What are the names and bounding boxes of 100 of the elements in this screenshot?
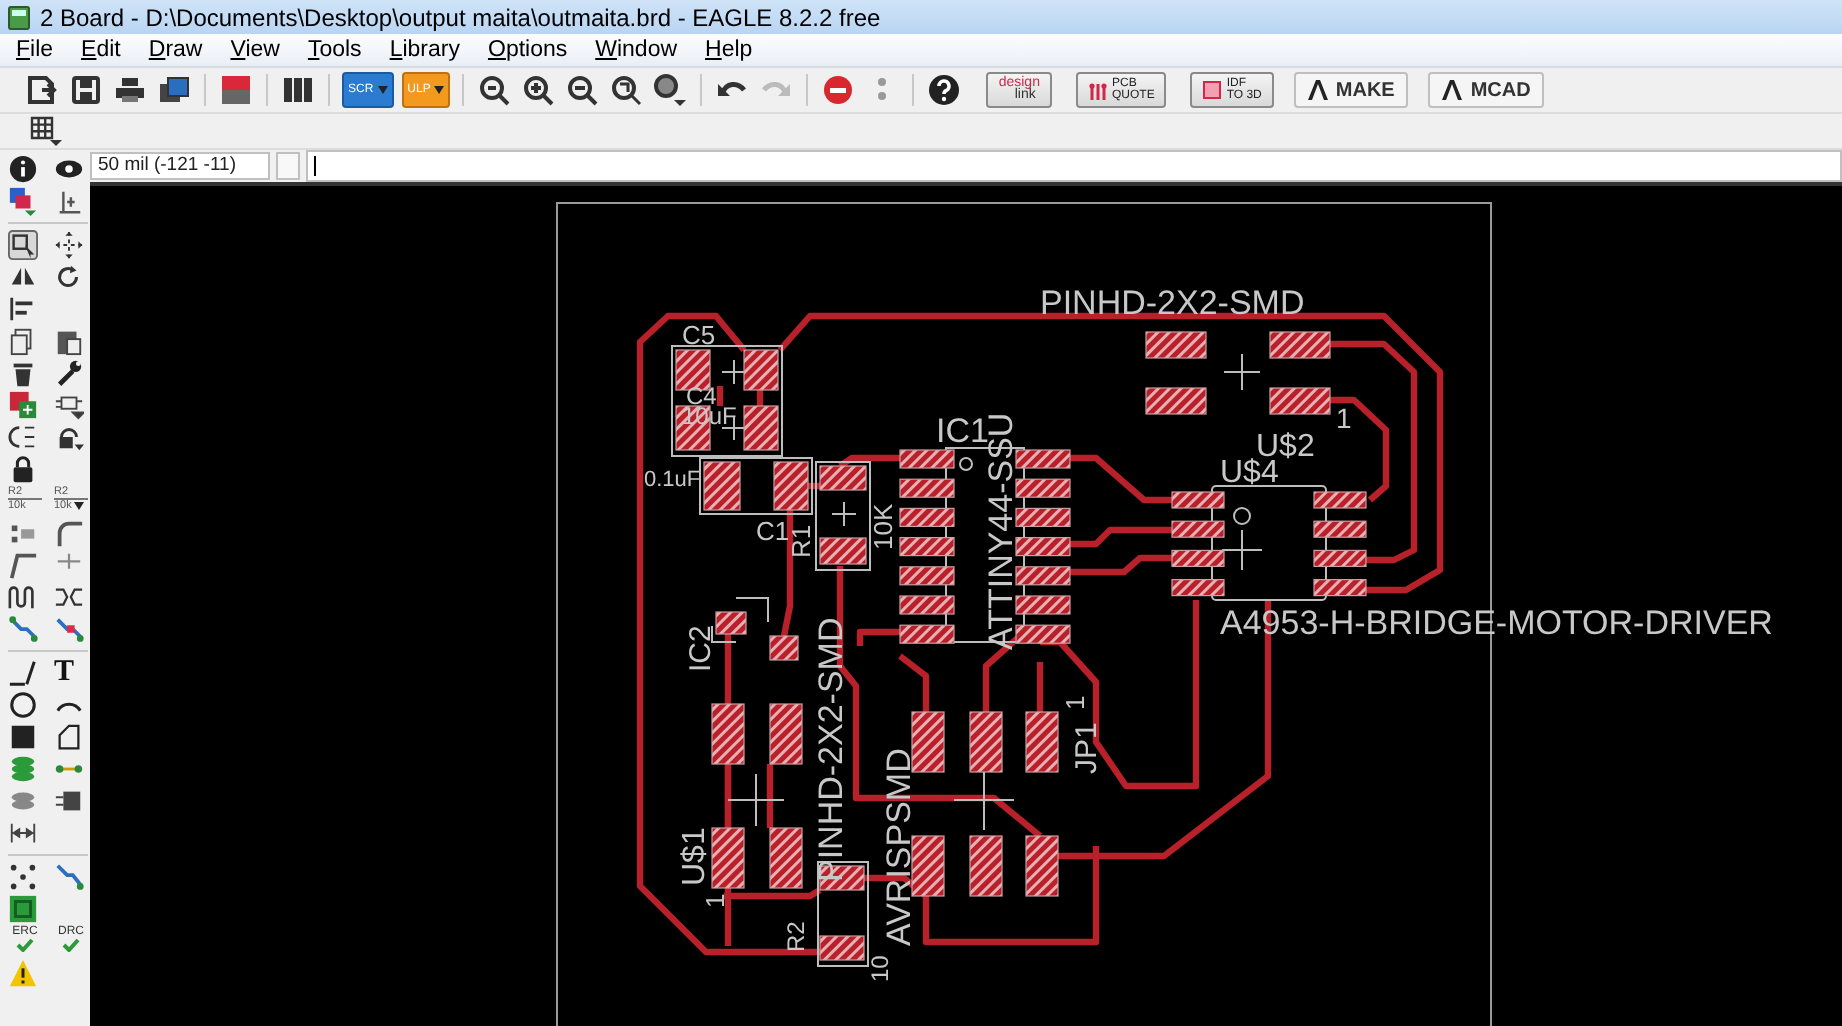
select-icon[interactable] bbox=[8, 230, 38, 260]
origin-cross bbox=[953, 769, 1015, 831]
copper-pad bbox=[1171, 491, 1225, 509]
copper-pad bbox=[899, 507, 955, 527]
stop-icon[interactable] bbox=[820, 72, 857, 108]
copper-pad bbox=[711, 827, 745, 889]
copper-pad bbox=[1015, 449, 1071, 469]
help-icon[interactable] bbox=[926, 72, 963, 108]
make-button[interactable]: MAKE bbox=[1293, 72, 1409, 108]
menu-item[interactable]: Options bbox=[471, 38, 580, 62]
info-icon[interactable] bbox=[8, 154, 38, 184]
mark-icon[interactable] bbox=[54, 186, 84, 216]
origin-cross bbox=[1221, 529, 1263, 571]
origin-cross bbox=[1223, 353, 1261, 391]
copper-pad bbox=[1171, 549, 1225, 567]
part-label: 1 bbox=[1060, 695, 1090, 710]
part-label: PINHD-2X2-SMD bbox=[1040, 284, 1305, 322]
autorouter-icon[interactable] bbox=[54, 862, 84, 892]
dimension-icon[interactable] bbox=[8, 818, 38, 848]
copper-pad bbox=[819, 537, 867, 565]
layers-icon[interactable] bbox=[8, 186, 38, 216]
print-icon[interactable] bbox=[112, 72, 148, 108]
wrench-icon[interactable] bbox=[54, 358, 84, 388]
miter-icon[interactable] bbox=[54, 518, 84, 548]
menu-item[interactable]: Window bbox=[579, 38, 690, 62]
text-tool[interactable]: T bbox=[54, 658, 88, 688]
logo-icon bbox=[1307, 80, 1328, 100]
part-label: R2 bbox=[782, 921, 810, 952]
rotate-icon[interactable] bbox=[54, 262, 84, 292]
menu-item[interactable]: Library bbox=[373, 38, 472, 62]
open-file-icon[interactable] bbox=[24, 72, 60, 108]
align-icon[interactable] bbox=[8, 294, 38, 324]
columns-icon[interactable] bbox=[280, 72, 316, 108]
line-icon[interactable] bbox=[8, 658, 38, 688]
copper-pad bbox=[1025, 711, 1059, 773]
part-label: R1 bbox=[786, 524, 816, 558]
copper-pad bbox=[1145, 387, 1207, 415]
menu-item[interactable]: Draw bbox=[132, 38, 215, 62]
ratsnest-icon[interactable] bbox=[8, 862, 38, 892]
window-title: 2 Board - D:\Documents\Desktop\output maita\outmaita.brd - EAGLE 8.2.2 free bbox=[40, 3, 881, 31]
copper-pad bbox=[911, 711, 945, 773]
copper-pad bbox=[1015, 595, 1071, 615]
menu-item[interactable]: Tools bbox=[291, 38, 374, 62]
coordinate-display: 50 mil (-121 -11) bbox=[90, 152, 270, 180]
copper-pad bbox=[1171, 579, 1225, 597]
add-part-icon[interactable] bbox=[8, 390, 38, 420]
copper-pad bbox=[1269, 387, 1331, 415]
copper-pad bbox=[1025, 835, 1059, 897]
part-label: U$1 bbox=[678, 827, 712, 886]
copper-pad bbox=[899, 478, 955, 498]
ripup-icon[interactable] bbox=[54, 614, 84, 644]
polygon-icon[interactable] bbox=[54, 722, 84, 752]
board-icon[interactable] bbox=[8, 894, 38, 924]
schematic-board-icon[interactable] bbox=[218, 72, 254, 108]
copper-pad bbox=[769, 635, 799, 661]
menu-item[interactable]: Help bbox=[689, 38, 765, 62]
route-icon[interactable] bbox=[8, 614, 38, 644]
copper-pad bbox=[1015, 507, 1071, 527]
swap-icon[interactable] bbox=[8, 422, 38, 452]
copper-pad bbox=[1171, 520, 1225, 538]
attribute-icon[interactable] bbox=[54, 786, 84, 816]
command-field[interactable] bbox=[306, 150, 1842, 182]
warning-icon[interactable] bbox=[8, 958, 38, 988]
rectangle-icon[interactable] bbox=[8, 722, 38, 752]
copper-pad bbox=[743, 349, 779, 391]
part-label: IC2 bbox=[684, 625, 718, 672]
app-icon bbox=[8, 5, 30, 29]
circle-icon[interactable] bbox=[8, 690, 38, 720]
menu-item[interactable]: File bbox=[0, 38, 66, 62]
check-icon bbox=[62, 938, 80, 952]
diff-pair-icon[interactable] bbox=[54, 582, 84, 612]
delete-icon[interactable] bbox=[8, 358, 38, 388]
copper-pad bbox=[773, 461, 809, 511]
meander-icon[interactable] bbox=[8, 582, 38, 612]
copper-pad bbox=[1015, 537, 1071, 557]
lock-icon[interactable] bbox=[8, 454, 38, 484]
part-label: C5 bbox=[682, 320, 716, 350]
part-label: 1 bbox=[700, 893, 730, 908]
circuit-icon bbox=[1087, 80, 1108, 100]
caret-icon bbox=[434, 86, 445, 94]
origin-cross bbox=[831, 501, 857, 527]
stack-icon[interactable] bbox=[156, 72, 192, 108]
mcad-button[interactable]: MCAD bbox=[1428, 72, 1545, 108]
menu-item[interactable]: Edit bbox=[65, 38, 133, 62]
menu-item[interactable]: View bbox=[214, 38, 292, 62]
logo-icon bbox=[1442, 80, 1463, 100]
part-label: 10K bbox=[868, 503, 898, 550]
copper-pad bbox=[1015, 566, 1071, 586]
part-outline bbox=[711, 597, 769, 643]
copper-pad bbox=[899, 624, 955, 644]
copper-pad bbox=[899, 566, 955, 586]
paste-icon[interactable] bbox=[54, 326, 84, 356]
lock-group-icon[interactable] bbox=[54, 422, 84, 452]
origin-cross bbox=[727, 773, 785, 827]
grid-icon[interactable] bbox=[28, 113, 64, 149]
copper-pad bbox=[743, 405, 779, 451]
move-icon[interactable] bbox=[54, 230, 84, 260]
split-icon[interactable] bbox=[8, 550, 38, 580]
part-label: JP1 bbox=[1070, 722, 1104, 774]
save-icon[interactable] bbox=[68, 72, 104, 108]
